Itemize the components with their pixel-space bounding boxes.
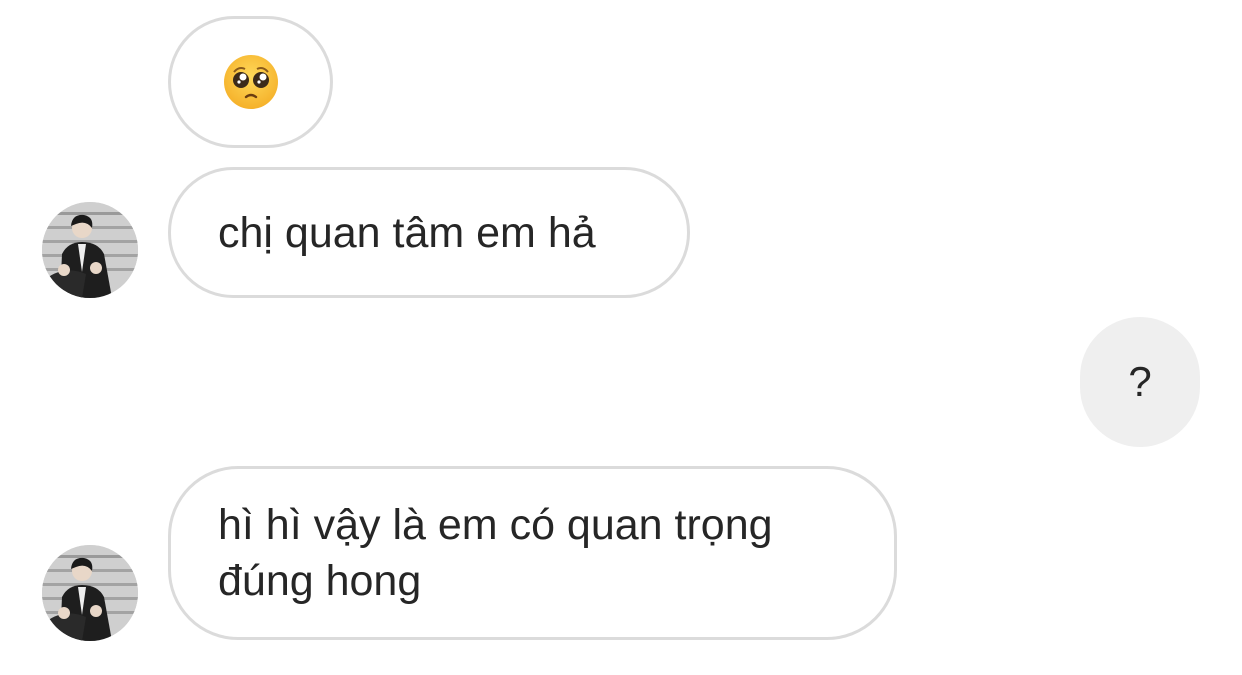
message-text: chị quan tâm em hả	[218, 209, 596, 257]
pleading-face-emoji-icon	[222, 53, 280, 111]
message-text: hì hì vậy là em có quan trọng đúng hong	[218, 501, 773, 605]
message-bubble-sent[interactable]: ?	[1080, 317, 1200, 447]
message-text: ?	[1128, 358, 1152, 405]
message-bubble-emoji[interactable]	[168, 16, 333, 148]
chat-thread: chị quan tâm em hả ? hì hì vậy là em có …	[0, 0, 1242, 675]
sender-avatar[interactable]	[42, 545, 138, 641]
message-bubble-received[interactable]: hì hì vậy là em có quan trọng đúng hong	[168, 466, 897, 640]
message-bubble-received[interactable]: chị quan tâm em hả	[168, 167, 690, 298]
sender-avatar[interactable]	[42, 202, 138, 298]
